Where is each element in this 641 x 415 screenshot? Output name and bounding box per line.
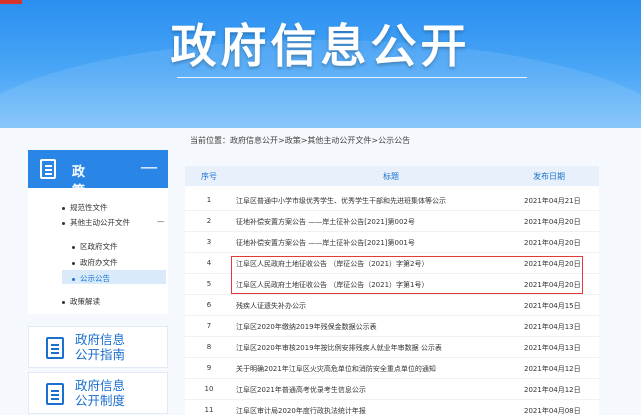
table-row[interactable]: 2 征地补偿安置方案公告 ——岸土征补公告[2021]第002号 2021年04月2… xyxy=(185,211,599,232)
collapse-icon[interactable]: — xyxy=(140,157,158,178)
bullet-icon xyxy=(62,300,65,304)
header-banner: 政府信息公开 xyxy=(0,0,641,128)
breadcrumb-link-notice[interactable]: 公示公告 xyxy=(378,136,410,145)
row-title-link[interactable]: 江阜区2020年缴纳2019年残保金数据公示表 xyxy=(236,322,377,332)
row-number: 4 xyxy=(206,259,212,267)
row-title-link[interactable]: 江阜区2020年审核2019年按比例安排残疾人就业年审数据 公示表 xyxy=(236,343,442,353)
row-title-link[interactable]: 江阜区审计局2020年度行政执法统计年报 xyxy=(236,406,366,415)
brand-mark xyxy=(0,0,22,4)
row-date: 2021年04月13日 xyxy=(524,323,581,331)
bullet-icon xyxy=(72,245,75,249)
bullet-icon xyxy=(72,261,75,265)
sidebar-item-label: 政府办文件 xyxy=(80,258,118,267)
sidebar-item-normative-docs[interactable]: 规范性文件 xyxy=(62,202,108,213)
card-label: 政府信息 公开制度 xyxy=(75,378,126,408)
sidebar-item-notices[interactable]: 公示公告 xyxy=(72,273,110,284)
table-row[interactable]: 8 江阜区2020年审核2019年按比例安排残疾人就业年审数据 公示表 2021年0… xyxy=(185,337,599,358)
breadcrumb-link-other[interactable]: 其他主动公开文件 xyxy=(307,136,371,145)
row-number: 10 xyxy=(204,385,214,393)
column-header-date: 发布日期 xyxy=(533,172,565,181)
row-number: 8 xyxy=(206,343,212,351)
row-title-link[interactable]: 关于明确2021年江阜区火灾高危单位和消防安全重点单位的通知 xyxy=(236,364,436,374)
row-title-link[interactable]: 征地补偿安置方案公告 ——岸土征补公告[2021]第002号 xyxy=(236,217,415,227)
guide-document-icon xyxy=(46,337,64,359)
sidebar-item-label: 区政府文件 xyxy=(80,242,118,251)
sidebar-item-label: 规范性文件 xyxy=(70,203,108,212)
table-row[interactable]: 10 江阜区2021年普通高考优录考生信息公示 2021年04月12日 xyxy=(185,379,599,400)
row-title-link[interactable]: 残疾人证遗失补办公示 xyxy=(236,301,306,311)
row-date: 2021年04月13日 xyxy=(524,344,581,352)
highlight-annotation-box xyxy=(231,256,583,294)
sidebar-item-label: 公示公告 xyxy=(80,274,110,283)
breadcrumb: 当前位置：政府信息公开>政策>其他主动公开文件>公示公告 xyxy=(190,135,410,146)
row-number: 11 xyxy=(204,406,214,414)
row-date: 2021年04月15日 xyxy=(524,302,581,310)
breadcrumb-prefix: 当前位置： xyxy=(190,136,230,145)
table-header: 序号 标题 发布日期 xyxy=(185,166,599,186)
table-row[interactable]: 9 关于明确2021年江阜区火灾高危单位和消防安全重点单位的通知 2021年04月1… xyxy=(185,358,599,379)
card-info-system[interactable]: 政府信息 公开制度 xyxy=(28,372,168,414)
system-document-icon xyxy=(46,383,64,405)
row-date: 2021年04月20日 xyxy=(524,218,581,226)
row-date: 2021年04月21日 xyxy=(524,197,581,205)
table-row[interactable]: 7 江阜区2020年缴纳2019年残保金数据公示表 2021年04月13日 xyxy=(185,316,599,337)
column-header-number: 序号 xyxy=(201,172,217,181)
row-date: 2021年04月20日 xyxy=(524,239,581,247)
row-date: 2021年04月12日 xyxy=(524,386,581,394)
row-number: 5 xyxy=(206,280,212,288)
card-info-guide[interactable]: 政府信息 公开指南 xyxy=(28,326,168,368)
breadcrumb-link-info[interactable]: 政府信息公开 xyxy=(230,136,278,145)
sidebar-item-label: 政策解读 xyxy=(70,297,100,306)
breadcrumb-link-policy[interactable]: 政策 xyxy=(285,136,301,145)
row-number: 7 xyxy=(206,322,212,330)
card-label: 政府信息 公开指南 xyxy=(75,332,126,362)
row-number: 2 xyxy=(206,217,212,225)
table-row[interactable]: 11 江阜区审计局2020年度行政执法统计年报 2021年04月08日 xyxy=(185,400,599,415)
row-title-link[interactable]: 江阜区2021年普通高考优录考生信息公示 xyxy=(236,385,366,395)
document-icon xyxy=(40,159,56,179)
row-number: 6 xyxy=(206,301,212,309)
sidebar-item-other-docs[interactable]: 其他主动公开文件 — xyxy=(62,217,165,228)
bullet-icon xyxy=(62,221,65,225)
title-underline xyxy=(177,77,527,78)
row-title-link[interactable]: 征地补偿安置方案公告 ——岸土征补公告[2021]第001号 xyxy=(236,238,415,248)
row-number: 3 xyxy=(206,238,212,246)
row-date: 2021年04月12日 xyxy=(524,365,581,373)
sidebar-header-policy[interactable]: 政 策 — xyxy=(28,150,168,199)
table-row[interactable]: 6 残疾人证遗失补办公示 2021年04月15日 xyxy=(185,295,599,316)
row-number: 9 xyxy=(206,364,212,372)
bullet-icon xyxy=(72,277,75,281)
sidebar-item-policy-interpretation[interactable]: 政策解读 xyxy=(62,296,100,307)
row-title-link[interactable]: 江阜区普通中小学市级优秀学生、优秀学生干部和先进班集体等公示 xyxy=(236,196,446,206)
sidebar-item-gov-office-docs[interactable]: 政府办文件 xyxy=(72,257,118,268)
table-row[interactable]: 3 征地补偿安置方案公告 ——岸土征补公告[2021]第001号 2021年04月2… xyxy=(185,232,599,253)
column-header-title: 标题 xyxy=(383,172,399,181)
page-title: 政府信息公开 xyxy=(170,19,471,73)
collapse-icon[interactable]: — xyxy=(157,217,165,226)
bullet-icon xyxy=(62,206,65,210)
sidebar-item-label: 其他主动公开文件 xyxy=(70,218,130,227)
sidebar-item-district-gov-docs[interactable]: 区政府文件 xyxy=(72,241,118,252)
breadcrumb-separator: > xyxy=(278,136,285,145)
row-date: 2021年04月08日 xyxy=(524,407,581,415)
table-row[interactable]: 1 江阜区普通中小学市级优秀学生、优秀学生干部和先进班集体等公示 2021年04月2… xyxy=(185,190,599,211)
row-number: 1 xyxy=(206,196,212,204)
